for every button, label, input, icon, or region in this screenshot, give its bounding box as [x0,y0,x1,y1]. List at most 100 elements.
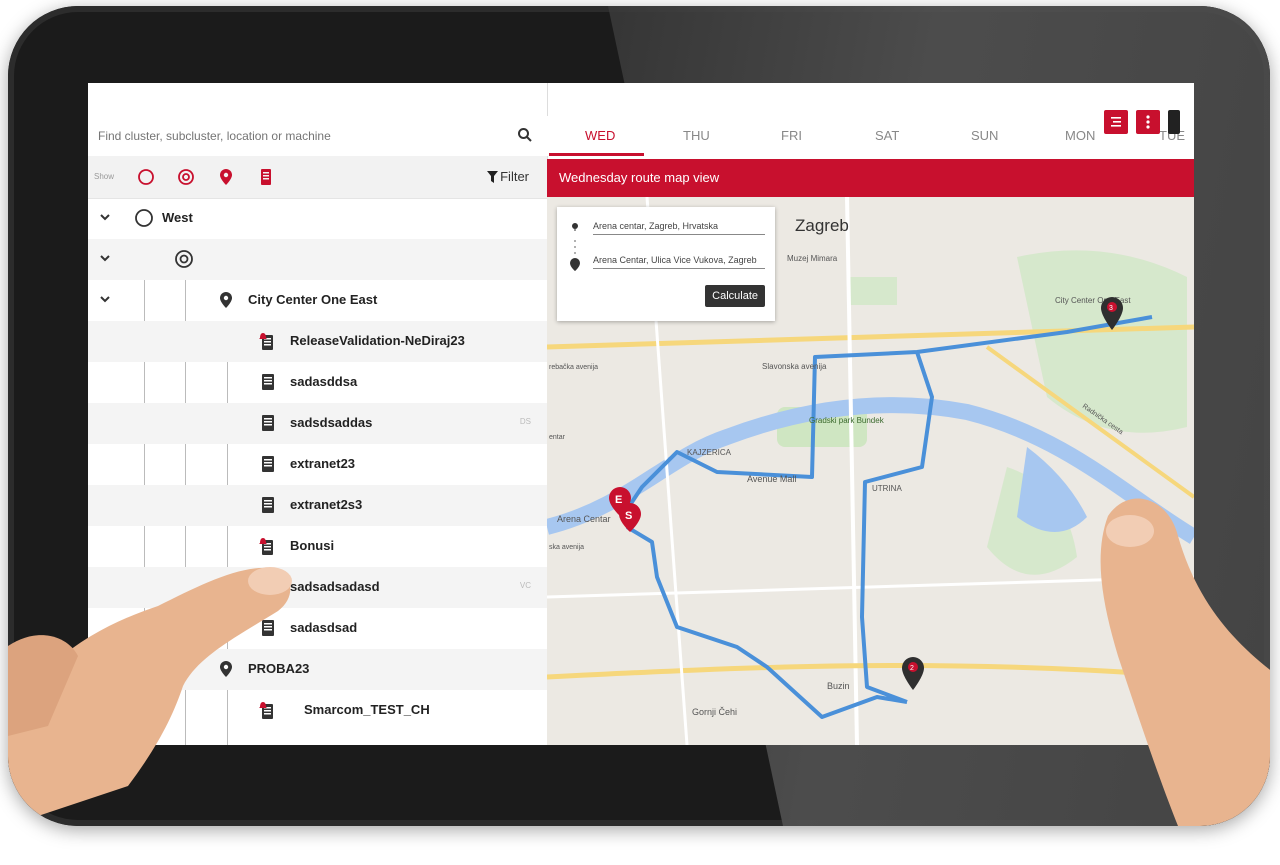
road [547,662,1194,680]
route-planner-card: Arena centar, Zagreb, Hrvatska Arena Cen… [557,207,775,321]
list-view-button[interactable] [1104,110,1128,134]
stop-marker-2[interactable]: 2 [902,657,924,690]
tree-row-machine[interactable]: extranet2s3 [88,485,547,526]
tablet-device: Show Filter West [8,6,1270,826]
tree-label: sadsadsadasd [290,579,380,594]
location-pin-icon [220,292,232,308]
map-label-park: Gradski park Bundek [809,416,885,425]
route-destination-field[interactable]: Arena Centar, Ulica Vice Vukova, Zagreb [593,255,765,269]
map-label-road: rebačka avenija [549,364,598,371]
map-header-bar: Wednesday route map view [547,159,1194,197]
app-screen: Show Filter West [88,83,1194,745]
map-label-district: UTRINA [872,484,902,493]
tree-row-subcluster[interactable] [88,239,547,280]
tab-fri[interactable]: FRI [781,128,802,143]
tab-thu[interactable]: THU [683,128,710,143]
list-icon [1111,117,1121,127]
location-toggle-icon[interactable] [216,167,236,187]
map-label-district: Buzin [827,681,850,691]
search-input[interactable] [96,124,510,148]
tab-sat[interactable]: SAT [875,128,899,143]
tree-label: extranet23 [290,456,356,471]
tree-row-machine[interactable]: sadasddsa [88,362,547,403]
route-endpoints-icon [570,223,580,271]
map-label-road: ska avenija [549,544,584,551]
tree-row-machine[interactable]: sadsadsadasd VC [88,567,547,608]
side-tab-button[interactable] [1168,110,1180,134]
chevron-down-icon[interactable] [98,210,112,224]
search-icon[interactable] [517,127,533,143]
tree-label: extranet2s3 [290,497,363,512]
calculate-button[interactable]: Calculate [705,285,765,307]
tab-sun[interactable]: SUN [971,128,998,143]
more-options-button[interactable] [1136,110,1160,134]
tree-label: sadasdsad [290,620,358,635]
cluster-toggle-icon[interactable] [136,167,156,187]
map-label-poi: entar [549,434,566,441]
tab-wed[interactable]: WED [585,128,615,143]
machine-toggle-icon[interactable] [256,167,276,187]
tree-label: sadasddsa [290,374,358,389]
tree-row-machine[interactable]: sadsdsaddas DS [88,403,547,444]
map-label-district: Gornji Čehi [692,707,737,717]
tree-label: West [162,210,193,225]
start-marker-label: S [625,510,632,522]
subcluster-toggle-icon[interactable] [176,167,196,187]
subcluster-target-icon [175,250,193,268]
hierarchy-panel: Show Filter West [88,83,548,745]
tree-row-location[interactable]: PROBA23 [88,649,547,690]
end-marker-label: E [615,494,622,506]
location-pin-icon [220,661,232,677]
green-area [1017,250,1187,433]
kebab-menu-icon [1146,115,1150,129]
filter-button[interactable]: Filter [487,169,529,184]
map-label-poi: Arena Centar [557,514,611,524]
tree-label: ReleaseValidation-NeDiraj23 [290,333,465,348]
map-label-poi: Avenue Mall [747,474,796,484]
funnel-icon [487,171,499,183]
machine-icon [262,415,274,431]
machine-icon [262,456,274,472]
tree-row-machine[interactable]: Smarcom_TEST_CH [88,690,547,731]
active-tab-indicator [549,153,644,156]
location-tree: West City Center One East ReleaseValidat… [88,198,547,745]
show-label: Show [94,172,115,181]
tree-label: Bonusi [290,538,335,553]
search-bar [88,116,547,157]
map-label-road: Slavonska avenija [762,362,827,371]
schedule-panel: WED THU FRI SAT SUN MON TUE Wednesday ro… [547,83,1194,745]
tree-row-cluster[interactable]: West [88,198,547,239]
stop-marker-label: 2 [910,665,914,672]
machine-icon [262,579,274,595]
machine-icon [262,620,274,636]
machine-tag: VC [519,581,531,590]
day-tabs: WED THU FRI SAT SUN MON TUE [547,116,1194,156]
tree-label: Smarcom_TEST_CH [304,702,430,717]
tree-label: PROBA23 [248,661,310,676]
chevron-down-icon[interactable] [98,251,112,265]
green-area [847,277,897,305]
machine-alert-icon [259,538,273,555]
stop-marker-label: 3 [1109,305,1113,312]
filter-label: Filter [500,169,529,184]
tree-row-machine[interactable]: Bonusi [88,526,547,567]
tree-row-machine[interactable]: sadasdsad [88,608,547,649]
start-marker[interactable]: S [619,503,641,532]
machine-tag: DS [519,417,531,426]
machine-alert-icon [259,333,273,350]
route-origin-field[interactable]: Arena centar, Zagreb, Hrvatska [593,221,765,235]
tree-row-machine[interactable]: extranet23 [88,444,547,485]
map-header-title: Wednesday route map view [559,170,720,185]
map-label-poi: Muzej Mimara [787,254,838,263]
machine-alert-icon [259,702,273,719]
route-map[interactable]: Zagreb Muzej Mimara Slavonska avenija Gr… [547,197,1194,745]
cluster-circle-icon [135,209,153,227]
map-label-district: KAJZERICA [687,448,732,457]
tree-row-location[interactable]: City Center One East [88,280,547,321]
show-filter-bar: Show Filter [88,156,547,199]
map-label-city: Zagreb [795,216,849,235]
machine-icon [262,497,274,513]
tree-row-machine[interactable]: ReleaseValidation-NeDiraj23 [88,321,547,362]
chevron-down-icon[interactable] [98,292,112,306]
tab-mon[interactable]: MON [1065,128,1095,143]
